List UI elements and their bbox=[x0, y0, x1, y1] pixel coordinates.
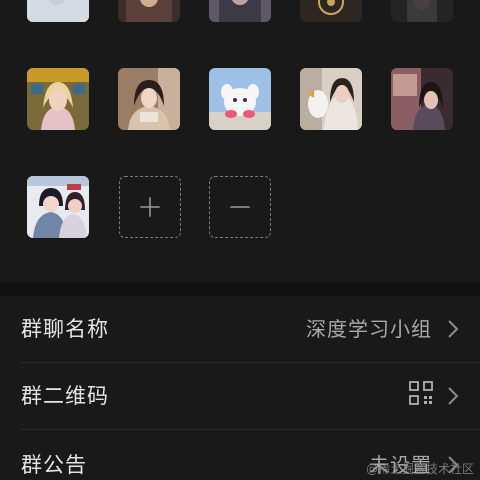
add-member-button[interactable] bbox=[119, 176, 181, 238]
member-avatar[interactable] bbox=[209, 0, 271, 22]
member-avatar[interactable] bbox=[27, 176, 89, 238]
group-qr-code-label: 群二维码 bbox=[21, 384, 109, 408]
chevron-right-icon bbox=[448, 320, 459, 338]
plus-icon bbox=[140, 197, 160, 217]
member-avatar[interactable] bbox=[27, 0, 89, 22]
remove-member-button[interactable] bbox=[209, 176, 271, 238]
member-avatar[interactable] bbox=[300, 68, 362, 130]
member-avatar[interactable] bbox=[118, 0, 180, 22]
row-divider bbox=[21, 429, 480, 430]
group-qr-code-row[interactable]: 群二维码 bbox=[0, 363, 480, 429]
member-avatar[interactable] bbox=[209, 68, 271, 130]
qr-code-icon bbox=[409, 381, 433, 405]
member-grid bbox=[0, 0, 480, 282]
member-avatar[interactable] bbox=[391, 68, 453, 130]
member-avatar[interactable] bbox=[118, 68, 180, 130]
minus-icon bbox=[230, 206, 250, 208]
member-avatar[interactable] bbox=[300, 0, 362, 22]
group-settings-list: 群聊名称 深度学习小组 群二维码 群公告 未设置 bbox=[0, 296, 480, 480]
group-name-value: 深度学习小组 bbox=[306, 317, 432, 341]
member-avatar[interactable] bbox=[27, 68, 89, 130]
member-avatar[interactable] bbox=[391, 0, 453, 22]
watermark: @稀土掘金技术社区 bbox=[365, 462, 474, 476]
group-announcement-label: 群公告 bbox=[21, 453, 87, 477]
group-name-row[interactable]: 群聊名称 深度学习小组 bbox=[0, 296, 480, 362]
chevron-right-icon bbox=[448, 387, 459, 405]
group-name-label: 群聊名称 bbox=[21, 317, 109, 341]
